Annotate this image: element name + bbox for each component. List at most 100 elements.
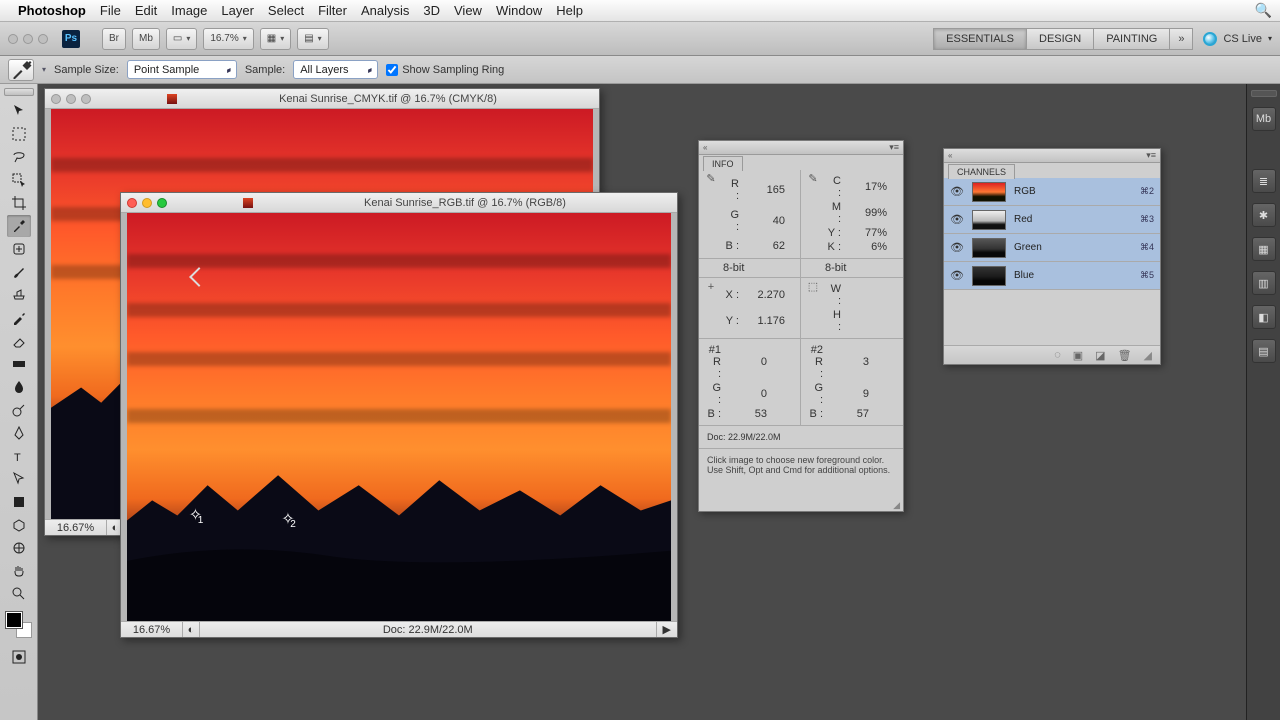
menu-view[interactable]: View	[454, 3, 482, 18]
channel-row-blue[interactable]: 👁 Blue ⌘5	[944, 262, 1160, 290]
color-swatches[interactable]	[6, 612, 32, 638]
panel-menu-icon[interactable]: ▾≡	[1146, 150, 1156, 161]
delete-channel-icon[interactable]: 🗑	[1118, 349, 1132, 362]
gradient-tool-icon[interactable]	[7, 353, 31, 375]
doc-close-icon[interactable]	[127, 198, 137, 208]
doc-titlebar[interactable]: Kenai Sunrise_RGB.tif @ 16.7% (RGB/8)	[121, 193, 677, 213]
screen-mode-button[interactable]: ▤	[297, 28, 328, 50]
panel-resize-grip-icon[interactable]: ◢	[1144, 349, 1152, 362]
color-sampler-2-icon[interactable]: 2	[290, 519, 304, 533]
workspace-design[interactable]: DESIGN	[1026, 28, 1094, 50]
panel-collapse-icon[interactable]: «	[703, 143, 707, 152]
workspace-essentials[interactable]: ESSENTIALS	[933, 28, 1027, 50]
visibility-eye-icon[interactable]: 👁	[950, 213, 964, 226]
color-panel-icon[interactable]: ✱	[1252, 203, 1276, 227]
history-brush-tool-icon[interactable]	[7, 307, 31, 329]
lasso-tool-icon[interactable]	[7, 146, 31, 168]
sample-layers-select[interactable]: All Layers	[293, 60, 378, 79]
3d-tool-icon[interactable]	[7, 514, 31, 536]
visibility-eye-icon[interactable]: 👁	[950, 269, 964, 282]
crop-tool-icon[interactable]	[7, 192, 31, 214]
sample-size-select[interactable]: Point Sample	[127, 60, 237, 79]
shape-tool-icon[interactable]	[7, 491, 31, 513]
save-selection-icon[interactable]: ▣	[1073, 349, 1083, 362]
history-panel-icon[interactable]: ≣	[1252, 169, 1276, 193]
current-tool-eyedropper-icon[interactable]	[8, 59, 34, 81]
pen-tool-icon[interactable]	[7, 422, 31, 444]
doc-zoom-icon[interactable]	[157, 198, 167, 208]
channel-row-green[interactable]: 👁 Green ⌘4	[944, 234, 1160, 262]
panel-collapse-icon[interactable]: «	[948, 151, 952, 160]
brush-tool-icon[interactable]	[7, 261, 31, 283]
menu-layer[interactable]: Layer	[221, 3, 254, 18]
workspace-more-button[interactable]: »	[1169, 28, 1193, 50]
healing-brush-tool-icon[interactable]	[7, 238, 31, 260]
menu-file[interactable]: File	[100, 3, 121, 18]
quick-mask-icon[interactable]	[7, 646, 31, 668]
dodge-tool-icon[interactable]	[7, 399, 31, 421]
styles-panel-icon[interactable]: ▥	[1252, 271, 1276, 295]
doc-zoom-icon[interactable]	[81, 94, 91, 104]
color-sampler-1-icon[interactable]: 1	[198, 515, 212, 529]
window-close-icon[interactable]	[8, 34, 18, 44]
panel-header[interactable]: « ▾≡	[944, 149, 1160, 163]
new-channel-icon[interactable]: ◪	[1095, 349, 1105, 362]
marquee-tool-icon[interactable]	[7, 123, 31, 145]
zoom-tool-icon[interactable]	[7, 583, 31, 605]
eyedropper-tool-icon[interactable]	[7, 215, 31, 237]
menu-filter[interactable]: Filter	[318, 3, 347, 18]
3d-camera-tool-icon[interactable]	[7, 537, 31, 559]
panel-header[interactable]: « ▾≡	[699, 141, 903, 155]
doc-zoom-value[interactable]: 16.67%	[45, 520, 107, 535]
view-extras-button[interactable]: ▭	[166, 28, 197, 50]
spotlight-icon[interactable]: 🔍	[1255, 2, 1272, 19]
menu-analysis[interactable]: Analysis	[361, 3, 409, 18]
menu-help[interactable]: Help	[556, 3, 583, 18]
cs-live-button[interactable]: CS Live▾	[1203, 32, 1272, 46]
eraser-tool-icon[interactable]	[7, 330, 31, 352]
arrange-documents-button[interactable]: ▦	[260, 28, 291, 50]
clone-stamp-tool-icon[interactable]	[7, 284, 31, 306]
app-name[interactable]: Photoshop	[18, 3, 86, 18]
menu-edit[interactable]: Edit	[135, 3, 157, 18]
channel-row-rgb[interactable]: 👁 RGB ⌘2	[944, 178, 1160, 206]
adjustments-panel-icon[interactable]: ◧	[1252, 305, 1276, 329]
channel-row-red[interactable]: 👁 Red ⌘3	[944, 206, 1160, 234]
document-window-rgb[interactable]: Kenai Sunrise_RGB.tif @ 16.7% (RGB/8) 1 …	[120, 192, 678, 638]
doc-zoom-value[interactable]: 16.67%	[121, 622, 183, 637]
doc-titlebar[interactable]: Kenai Sunrise_CMYK.tif @ 16.7% (CMYK/8)	[45, 89, 599, 109]
layers-panel-icon[interactable]: ▤	[1252, 339, 1276, 363]
quick-select-tool-icon[interactable]	[7, 169, 31, 191]
channels-tab[interactable]: CHANNELS	[948, 164, 1015, 179]
zoom-level-dropdown[interactable]: 16.7%	[203, 28, 253, 50]
doc-min-icon[interactable]	[66, 94, 76, 104]
channels-panel[interactable]: « ▾≡ CHANNELS 👁 RGB ⌘2 👁 Red ⌘3 👁 Green ⌘…	[943, 148, 1161, 365]
doc-status-play-icon[interactable]: ▶	[657, 623, 677, 636]
menu-3d[interactable]: 3D	[423, 3, 440, 18]
minibridge-panel-icon[interactable]: Mb	[1252, 107, 1276, 131]
move-tool-icon[interactable]	[7, 100, 31, 122]
doc-canvas[interactable]: 1 2	[127, 213, 671, 621]
visibility-eye-icon[interactable]: 👁	[950, 185, 964, 198]
doc-close-icon[interactable]	[51, 94, 61, 104]
menu-select[interactable]: Select	[268, 3, 304, 18]
blur-tool-icon[interactable]	[7, 376, 31, 398]
right-dock-grip-icon[interactable]	[1251, 90, 1277, 97]
path-select-tool-icon[interactable]	[7, 468, 31, 490]
menu-image[interactable]: Image	[171, 3, 207, 18]
panel-resize-grip-icon[interactable]: ◢	[699, 501, 903, 511]
panel-menu-icon[interactable]: ▾≡	[889, 142, 899, 153]
doc-min-icon[interactable]	[142, 198, 152, 208]
load-selection-icon[interactable]: ◌	[1054, 349, 1061, 361]
doc-status-icon[interactable]: ◐	[183, 622, 200, 637]
info-tab[interactable]: INFO	[703, 156, 743, 171]
foreground-color-swatch[interactable]	[6, 612, 22, 628]
info-panel[interactable]: «▾≡ INFO ✎ R :165 G :40 B :62 ✎ C :17% M…	[698, 140, 904, 512]
window-min-icon[interactable]	[23, 34, 33, 44]
type-tool-icon[interactable]: T	[7, 445, 31, 467]
window-zoom-icon[interactable]	[38, 34, 48, 44]
launch-bridge-button[interactable]: Br	[102, 28, 126, 50]
launch-minibridge-button[interactable]: Mb	[132, 28, 160, 50]
show-sampling-ring-checkbox[interactable]: Show Sampling Ring	[386, 64, 504, 76]
workspace-painting[interactable]: PAINTING	[1093, 28, 1170, 50]
